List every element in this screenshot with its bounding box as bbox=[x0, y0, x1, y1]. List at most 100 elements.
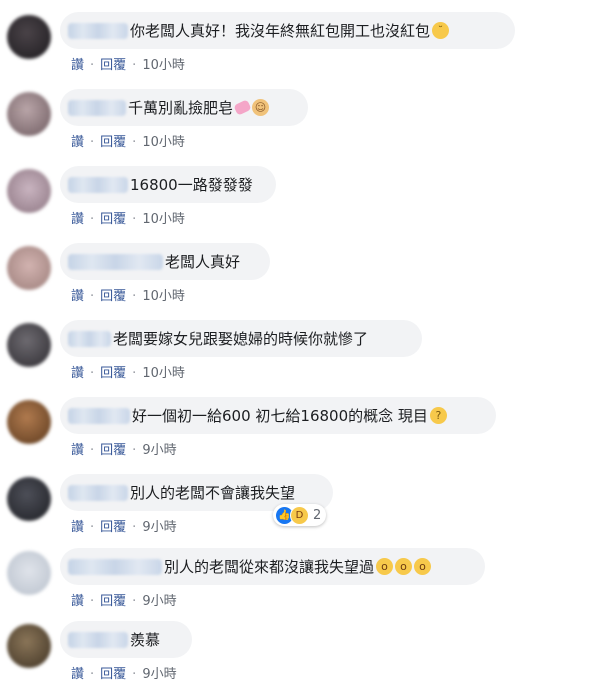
comment-item: 羨慕 讚 · 回覆 · 9小時 bbox=[0, 621, 613, 697]
separator-dot: · bbox=[90, 289, 95, 304]
comment-item: 老闆人真好 讚 · 回覆 · 10小時 bbox=[0, 243, 613, 319]
commenter-name[interactable] bbox=[68, 176, 128, 193]
comment-text: 好一個初一給600 初七給16800的概念 現目 bbox=[132, 406, 428, 425]
separator-dot: · bbox=[132, 594, 137, 609]
timestamp[interactable]: 10小時 bbox=[142, 58, 185, 73]
avatar[interactable] bbox=[7, 400, 51, 444]
commenter-name[interactable] bbox=[68, 407, 130, 424]
pleading-face-icon: o bbox=[376, 558, 394, 575]
separator-dot: · bbox=[132, 443, 137, 458]
reaction-summary[interactable]: 👍 D 2 bbox=[273, 504, 327, 526]
timestamp[interactable]: 10小時 bbox=[142, 135, 185, 150]
commenter-name[interactable] bbox=[68, 558, 162, 575]
avatar[interactable] bbox=[7, 477, 51, 521]
comment-text: 千萬別亂撿肥皂 bbox=[128, 98, 234, 117]
separator-dot: · bbox=[132, 135, 137, 150]
comment-text: 16800一路發發發 bbox=[130, 175, 253, 194]
timestamp[interactable]: 10小時 bbox=[142, 289, 185, 304]
comment-actions: 讚 · 回覆 · 10小時 bbox=[71, 288, 185, 306]
separator-dot: · bbox=[132, 667, 137, 682]
pensive-face-icon: ˘ bbox=[432, 22, 450, 39]
comment-item: 別人的老闆從來都沒讓我失望過 o o o 讚 · 回覆 · 9小時 bbox=[0, 548, 613, 624]
comment-text: 別人的老闆不會讓我失望 bbox=[130, 483, 296, 502]
timestamp[interactable]: 10小時 bbox=[142, 212, 185, 227]
reply-link[interactable]: 回覆 bbox=[100, 58, 126, 73]
comment-item: 好一個初一給600 初七給16800的概念 現目 ? 讚 · 回覆 · 9小時 bbox=[0, 397, 613, 473]
separator-dot: · bbox=[90, 520, 95, 535]
like-link[interactable]: 讚 bbox=[71, 667, 84, 682]
separator-dot: · bbox=[90, 366, 95, 381]
comment-bubble: 16800一路發發發 bbox=[60, 166, 276, 203]
separator-dot: · bbox=[132, 212, 137, 227]
thinking-face-icon: ? bbox=[429, 407, 447, 424]
like-link[interactable]: 讚 bbox=[71, 443, 84, 458]
pleading-face-icon: o bbox=[414, 558, 432, 575]
commenter-name[interactable] bbox=[68, 253, 163, 270]
reply-link[interactable]: 回覆 bbox=[100, 366, 126, 381]
reply-link[interactable]: 回覆 bbox=[100, 289, 126, 304]
commenter-name[interactable] bbox=[68, 99, 126, 116]
reply-link[interactable]: 回覆 bbox=[100, 135, 126, 150]
separator-dot: · bbox=[132, 289, 137, 304]
comment-actions: 讚 · 回覆 · 9小時 bbox=[71, 666, 177, 684]
like-link[interactable]: 讚 bbox=[71, 289, 84, 304]
comment-actions: 讚 · 回覆 · 9小時 bbox=[71, 519, 177, 537]
like-link[interactable]: 讚 bbox=[71, 212, 84, 227]
haha-icon: D bbox=[290, 505, 309, 525]
separator-dot: · bbox=[90, 594, 95, 609]
like-link[interactable]: 讚 bbox=[71, 520, 84, 535]
comment-text: 羨慕 bbox=[130, 630, 161, 649]
reaction-count: 2 bbox=[313, 507, 322, 523]
separator-dot: · bbox=[90, 667, 95, 682]
like-link[interactable]: 讚 bbox=[71, 135, 84, 150]
comment-bubble: 老闆人真好 bbox=[60, 243, 270, 280]
separator-dot: · bbox=[90, 58, 95, 73]
comment-item: 老闆要嫁女兒跟娶媳婦的時候你就慘了 讚 · 回覆 · 10小時 bbox=[0, 320, 613, 396]
timestamp[interactable]: 10小時 bbox=[142, 366, 185, 381]
commenter-name[interactable] bbox=[68, 631, 128, 648]
reply-link[interactable]: 回覆 bbox=[100, 212, 126, 227]
comment-actions: 讚 · 回覆 · 9小時 bbox=[71, 442, 177, 460]
separator-dot: · bbox=[132, 58, 137, 73]
reply-link[interactable]: 回覆 bbox=[100, 520, 126, 535]
like-link[interactable]: 讚 bbox=[71, 594, 84, 609]
like-link[interactable]: 讚 bbox=[71, 58, 84, 73]
comment-text: 別人的老闆從來都沒讓我失望過 bbox=[164, 557, 375, 576]
comment-text: 你老闆人真好！我沒年終無紅包開工也沒紅包 bbox=[130, 21, 431, 40]
separator-dot: · bbox=[132, 366, 137, 381]
commenter-name[interactable] bbox=[68, 22, 128, 39]
comment-bubble: 好一個初一給600 初七給16800的概念 現目 ? bbox=[60, 397, 496, 434]
avatar[interactable] bbox=[7, 169, 51, 213]
timestamp[interactable]: 9小時 bbox=[142, 443, 176, 458]
commenter-name[interactable] bbox=[68, 484, 128, 501]
avatar[interactable] bbox=[7, 323, 51, 367]
comment-item: 別人的老闆不會讓我失望 👍 D 2 讚 · 回覆 · 9小時 bbox=[0, 474, 613, 550]
timestamp[interactable]: 9小時 bbox=[142, 520, 176, 535]
avatar[interactable] bbox=[7, 551, 51, 595]
comment-actions: 讚 · 回覆 · 10小時 bbox=[71, 365, 185, 383]
avatar[interactable] bbox=[7, 624, 51, 668]
separator-dot: · bbox=[90, 443, 95, 458]
comment-item: 千萬別亂撿肥皂 ☺ 讚 · 回覆 · 10小時 bbox=[0, 89, 613, 165]
avatar[interactable] bbox=[7, 246, 51, 290]
reply-link[interactable]: 回覆 bbox=[100, 667, 126, 682]
person-facepalming-icon: ☺ bbox=[252, 99, 270, 116]
comment-actions: 讚 · 回覆 · 10小時 bbox=[71, 134, 185, 152]
reply-link[interactable]: 回覆 bbox=[100, 443, 126, 458]
comment-item: 16800一路發發發 讚 · 回覆 · 10小時 bbox=[0, 166, 613, 242]
avatar[interactable] bbox=[7, 92, 51, 136]
comment-actions: 讚 · 回覆 · 10小時 bbox=[71, 57, 185, 75]
comment-text: 老闆要嫁女兒跟娶媳婦的時候你就慘了 bbox=[113, 329, 369, 348]
comment-bubble: 你老闆人真好！我沒年終無紅包開工也沒紅包 ˘ bbox=[60, 12, 515, 49]
timestamp[interactable]: 9小時 bbox=[142, 594, 176, 609]
comment-bubble: 羨慕 bbox=[60, 621, 192, 658]
like-link[interactable]: 讚 bbox=[71, 366, 84, 381]
avatar[interactable] bbox=[7, 15, 51, 59]
commenter-name[interactable] bbox=[68, 330, 111, 347]
separator-dot: · bbox=[90, 212, 95, 227]
reply-link[interactable]: 回覆 bbox=[100, 594, 126, 609]
comment-item: 你老闆人真好！我沒年終無紅包開工也沒紅包 ˘ 讚 · 回覆 · 10小時 bbox=[0, 12, 613, 88]
timestamp[interactable]: 9小時 bbox=[142, 667, 176, 682]
comment-actions: 讚 · 回覆 · 9小時 bbox=[71, 593, 177, 611]
separator-dot: · bbox=[90, 135, 95, 150]
